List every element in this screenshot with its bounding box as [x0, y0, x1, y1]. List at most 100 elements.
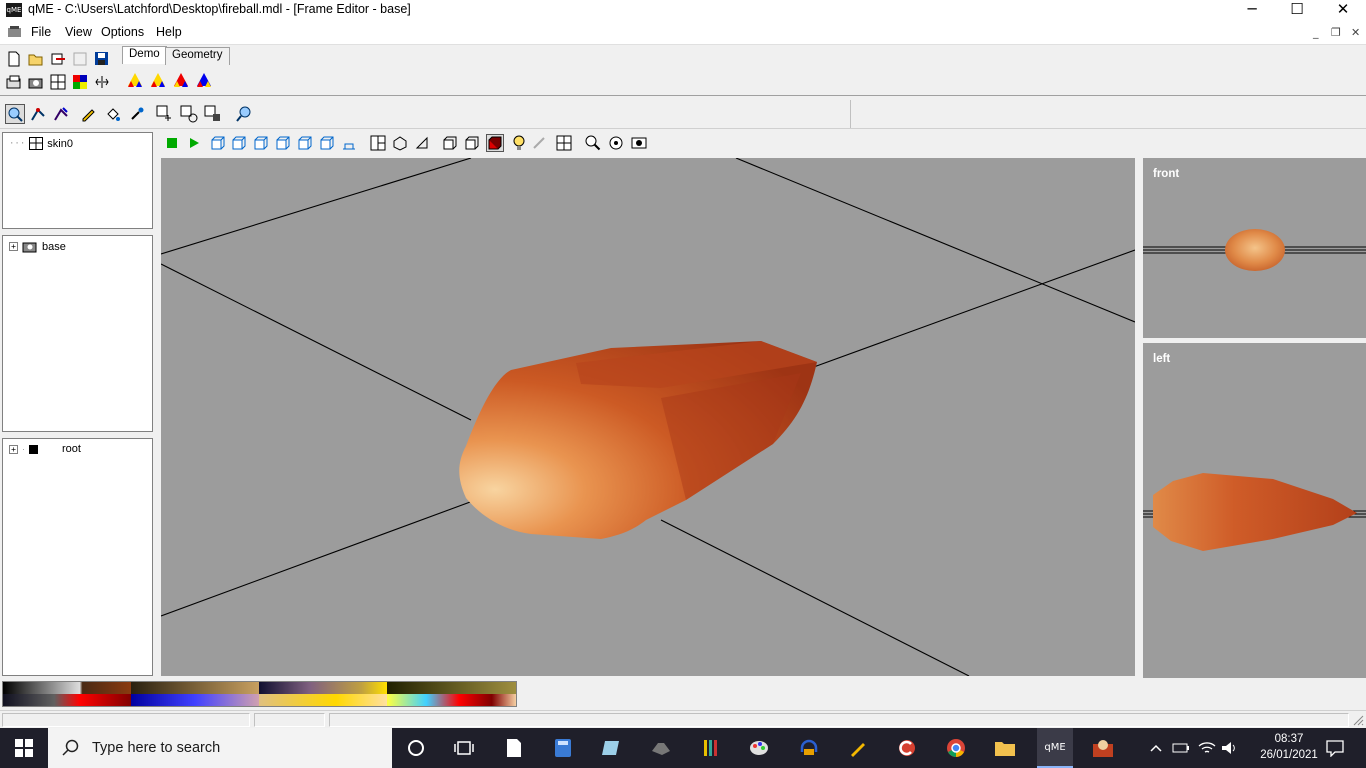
expand-icon[interactable]: +: [9, 444, 18, 454]
demo-anim-1-icon[interactable]: [125, 70, 145, 90]
chevron-up-icon[interactable]: [1145, 734, 1167, 762]
battery-icon[interactable]: [1170, 734, 1192, 762]
left-viewport[interactable]: left: [1143, 343, 1366, 678]
camera-icon[interactable]: [27, 73, 45, 91]
ccleaner-app-icon[interactable]: [892, 734, 922, 762]
pencil-app-icon[interactable]: [843, 734, 873, 762]
pencils-app-icon[interactable]: [695, 734, 725, 762]
mascot-app-icon[interactable]: [1088, 734, 1118, 762]
search-placeholder: Type here to search: [92, 740, 221, 756]
documents-app-icon[interactable]: [597, 734, 627, 762]
wifi-icon[interactable]: [1195, 734, 1219, 762]
eyedropper-icon[interactable]: [127, 104, 147, 124]
paint-app-icon[interactable]: [744, 734, 774, 762]
calculator-app-icon[interactable]: [548, 734, 578, 762]
status-cell-1: [2, 713, 250, 727]
flat-shade-icon[interactable]: [441, 134, 459, 152]
delete-vertex-icon[interactable]: [203, 104, 223, 124]
zoom-extents-icon[interactable]: [607, 134, 625, 152]
tab-geometry[interactable]: Geometry: [165, 47, 230, 65]
textured-shade-icon[interactable]: [486, 134, 504, 152]
minimize-button[interactable]: ─: [1229, 0, 1275, 22]
view-cube-6-icon[interactable]: [318, 134, 336, 152]
notifications-icon[interactable]: [1320, 734, 1350, 762]
file-explorer-app-icon[interactable]: [990, 734, 1020, 762]
perspective-viewport[interactable]: [161, 158, 1135, 676]
lightbulb-icon[interactable]: [510, 134, 528, 152]
view-cube-1-icon[interactable]: [209, 134, 227, 152]
move-vertex-icon[interactable]: [28, 104, 48, 124]
properties-icon[interactable]: [5, 73, 23, 91]
viewport-scene: [161, 158, 1135, 676]
skin-view-icon[interactable]: [49, 73, 67, 91]
chrome-app-icon[interactable]: [941, 734, 971, 762]
start-button[interactable]: [0, 728, 48, 768]
cortana-icon[interactable]: [401, 734, 431, 762]
search-icon: [62, 739, 79, 756]
smooth-shade-icon[interactable]: [463, 134, 481, 152]
skin-label: skin0: [47, 137, 73, 150]
taskbar: Type here to search qME 08:37 26/01/2021: [0, 728, 1366, 768]
demo-anim-4-icon[interactable]: [194, 70, 214, 90]
wireframe-icon[interactable]: [391, 134, 409, 152]
menu-options[interactable]: Options: [101, 25, 144, 39]
tree-row-skin0[interactable]: ··· skin0: [9, 137, 73, 150]
save-disabled-icon[interactable]: [71, 50, 89, 68]
close-button[interactable]: ✕: [1320, 0, 1366, 22]
add-vertex-icon[interactable]: [155, 104, 175, 124]
menu-view[interactable]: View: [65, 25, 92, 39]
select-tool-icon[interactable]: [5, 104, 25, 124]
layout-split-icon[interactable]: [369, 134, 387, 152]
play-icon[interactable]: [185, 134, 203, 152]
maximize-button[interactable]: ☐: [1274, 0, 1320, 22]
tab-demo[interactable]: Demo: [122, 46, 167, 64]
resize-grip-icon[interactable]: [1352, 714, 1364, 726]
view-cube-5-icon[interactable]: [296, 134, 314, 152]
search-box[interactable]: Type here to search: [48, 728, 392, 768]
notepad-app-icon[interactable]: [499, 734, 529, 762]
mdi-close-button[interactable]: ✕: [1351, 26, 1360, 39]
open-folder-icon[interactable]: [27, 50, 45, 68]
clock-date: 26/01/2021: [1260, 749, 1318, 761]
ground-grid-icon[interactable]: [340, 134, 358, 152]
view-cube-3-icon[interactable]: [252, 134, 270, 152]
skin-overlay-icon[interactable]: [555, 134, 573, 152]
reset-view-icon[interactable]: [630, 134, 648, 152]
triangle-icon[interactable]: [413, 134, 431, 152]
rotate-tool-icon[interactable]: [51, 104, 71, 124]
save-icon[interactable]: [93, 50, 111, 68]
mdi-minimize-button[interactable]: _: [1313, 26, 1319, 39]
mdi-restore-button[interactable]: ❐: [1331, 26, 1341, 39]
view-cube-4-icon[interactable]: [274, 134, 292, 152]
status-cell-2: [254, 713, 325, 727]
palette-icon[interactable]: [71, 73, 89, 91]
volume-icon[interactable]: [1219, 734, 1241, 762]
color-palette[interactable]: [2, 681, 517, 707]
qme-taskbar-button[interactable]: qME: [1037, 728, 1073, 768]
game-app-icon[interactable]: [646, 734, 676, 762]
light-disabled-icon[interactable]: [530, 134, 548, 152]
zoom-select-icon[interactable]: [234, 104, 254, 124]
menu-file[interactable]: File: [31, 25, 51, 39]
add-face-icon[interactable]: [179, 104, 199, 124]
tree-row-root[interactable]: + · root: [9, 443, 81, 455]
tree-row-base[interactable]: + base: [9, 240, 66, 253]
title-bar[interactable]: qME qME - C:\Users\Latchford\Desktop\fir…: [0, 0, 1366, 22]
fill-icon[interactable]: [103, 104, 123, 124]
menu-help[interactable]: Help: [156, 25, 182, 39]
front-viewport[interactable]: front: [1143, 158, 1366, 338]
pencil-icon[interactable]: [78, 104, 98, 124]
mirror-icon[interactable]: [93, 73, 111, 91]
stop-icon[interactable]: [163, 134, 181, 152]
taskbar-clock[interactable]: 08:37 26/01/2021: [1254, 731, 1324, 763]
import-icon[interactable]: [49, 50, 67, 68]
demo-anim-3-icon[interactable]: [171, 70, 191, 90]
headphones-app-icon[interactable]: [794, 734, 824, 762]
zoom-in-icon[interactable]: [584, 134, 602, 152]
demo-anim-2-icon[interactable]: [148, 70, 168, 90]
expand-icon[interactable]: +: [9, 242, 18, 251]
task-view-icon[interactable]: [449, 734, 479, 762]
new-file-icon[interactable]: [5, 50, 23, 68]
view-cube-2-icon[interactable]: [230, 134, 248, 152]
front-scene: [1143, 229, 1366, 271]
